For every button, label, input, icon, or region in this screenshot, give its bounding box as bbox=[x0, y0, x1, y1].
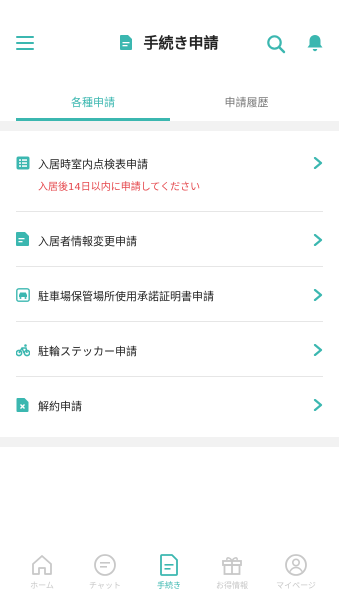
bottom-nav: ホーム チャット 手続き お得情報 マイページ bbox=[0, 540, 339, 604]
document-edit-icon bbox=[16, 232, 29, 246]
section-divider bbox=[0, 437, 339, 447]
nav-label: ホーム bbox=[30, 581, 54, 590]
nav-label: 手続き bbox=[157, 581, 181, 590]
document-icon bbox=[120, 35, 133, 50]
list-item-label: 駐車場保管場所使用承諾証明書申請 bbox=[38, 290, 214, 303]
nav-item-deals[interactable]: お得情報 bbox=[200, 553, 264, 591]
chevron-right-icon bbox=[313, 234, 323, 246]
list-item-label: 入居時室内点検表申請 bbox=[38, 158, 148, 171]
list-item-label: 入居者情報変更申請 bbox=[38, 235, 137, 248]
car-icon bbox=[16, 288, 30, 302]
chevron-right-icon bbox=[313, 344, 323, 356]
cancel-document-icon bbox=[16, 398, 29, 412]
nav-label: チャット bbox=[89, 581, 121, 590]
tab-application-history[interactable]: 申請履歴 bbox=[170, 88, 323, 124]
gift-icon bbox=[222, 557, 242, 575]
home-icon bbox=[32, 555, 52, 575]
app-header: 手続き申請 bbox=[0, 0, 339, 88]
chevron-right-icon bbox=[313, 157, 323, 169]
list-item-resident-info-change[interactable]: 入居者情報変更申請 bbox=[16, 212, 323, 267]
bell-icon[interactable] bbox=[305, 33, 325, 53]
page-title: 手続き申請 bbox=[0, 32, 339, 53]
header-title: 手続き申請 bbox=[143, 34, 219, 52]
list-item-cancellation[interactable]: 解約申請 bbox=[16, 377, 323, 432]
chat-icon bbox=[94, 554, 116, 576]
chevron-right-icon bbox=[313, 399, 323, 411]
document-icon bbox=[160, 554, 178, 576]
bicycle-icon bbox=[16, 344, 30, 357]
checklist-icon bbox=[16, 156, 30, 170]
nav-item-procedures[interactable]: 手続き bbox=[137, 553, 201, 591]
list-item-label: 解約申請 bbox=[38, 400, 82, 413]
tab-various-applications[interactable]: 各種申請 bbox=[16, 88, 170, 124]
nav-item-mypage[interactable]: マイページ bbox=[264, 553, 328, 591]
list-item-label: 駐輪ステッカー申請 bbox=[38, 345, 137, 358]
nav-item-chat[interactable]: チャット bbox=[73, 553, 137, 591]
tab-bar: 各種申請 申請履歴 bbox=[0, 88, 339, 124]
nav-item-home[interactable]: ホーム bbox=[10, 553, 74, 591]
chevron-right-icon bbox=[313, 289, 323, 301]
application-list: 入居時室内点検表申請 入居後14日以内に申請してください 入居者情報変更申請 駐… bbox=[0, 131, 339, 437]
list-item-parking-certificate[interactable]: 駐車場保管場所使用承諾証明書申請 bbox=[16, 267, 323, 322]
list-item-move-in-inspection[interactable]: 入居時室内点検表申請 入居後14日以内に申請してください bbox=[16, 131, 323, 212]
deadline-note: 入居後14日以内に申請してください bbox=[38, 182, 201, 193]
list-item-bicycle-sticker[interactable]: 駐輪ステッカー申請 bbox=[16, 322, 323, 377]
nav-label: お得情報 bbox=[216, 581, 248, 590]
search-icon[interactable] bbox=[266, 34, 286, 54]
nav-label: マイページ bbox=[276, 581, 316, 590]
section-divider bbox=[0, 121, 339, 131]
user-icon bbox=[285, 554, 307, 576]
